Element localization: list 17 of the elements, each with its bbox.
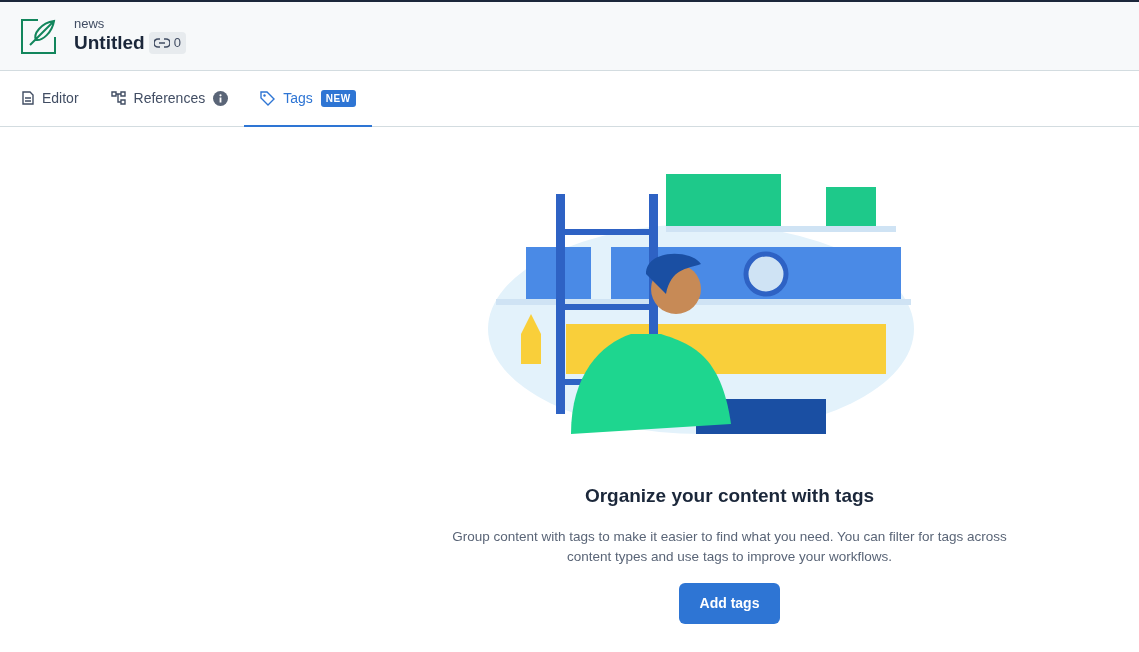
empty-state-heading: Organize your content with tags xyxy=(584,484,875,508)
entry-title: Untitled xyxy=(74,31,145,55)
tab[interactable]: Tags NEW xyxy=(244,71,372,127)
empty-state-description: Group content with tags to make it easier to find what you need. You can filter for tags across content types and use tags to improve your workflows. xyxy=(451,527,1008,566)
link-icon xyxy=(153,38,170,49)
document-icon xyxy=(22,91,34,105)
link-count-value: 0 xyxy=(173,34,181,53)
tag-icon xyxy=(260,90,276,106)
tab[interactable]: References xyxy=(94,71,245,127)
link-count[interactable]: 0 xyxy=(148,32,186,54)
new-badge: NEW xyxy=(320,89,356,107)
space-name: news xyxy=(74,17,106,32)
info-icon xyxy=(213,90,229,106)
diagram-icon xyxy=(110,91,126,105)
add-tags-button[interactable]: Add tags xyxy=(678,583,781,624)
quill-logo-icon xyxy=(20,17,58,55)
tab[interactable]: Editor xyxy=(6,71,95,127)
